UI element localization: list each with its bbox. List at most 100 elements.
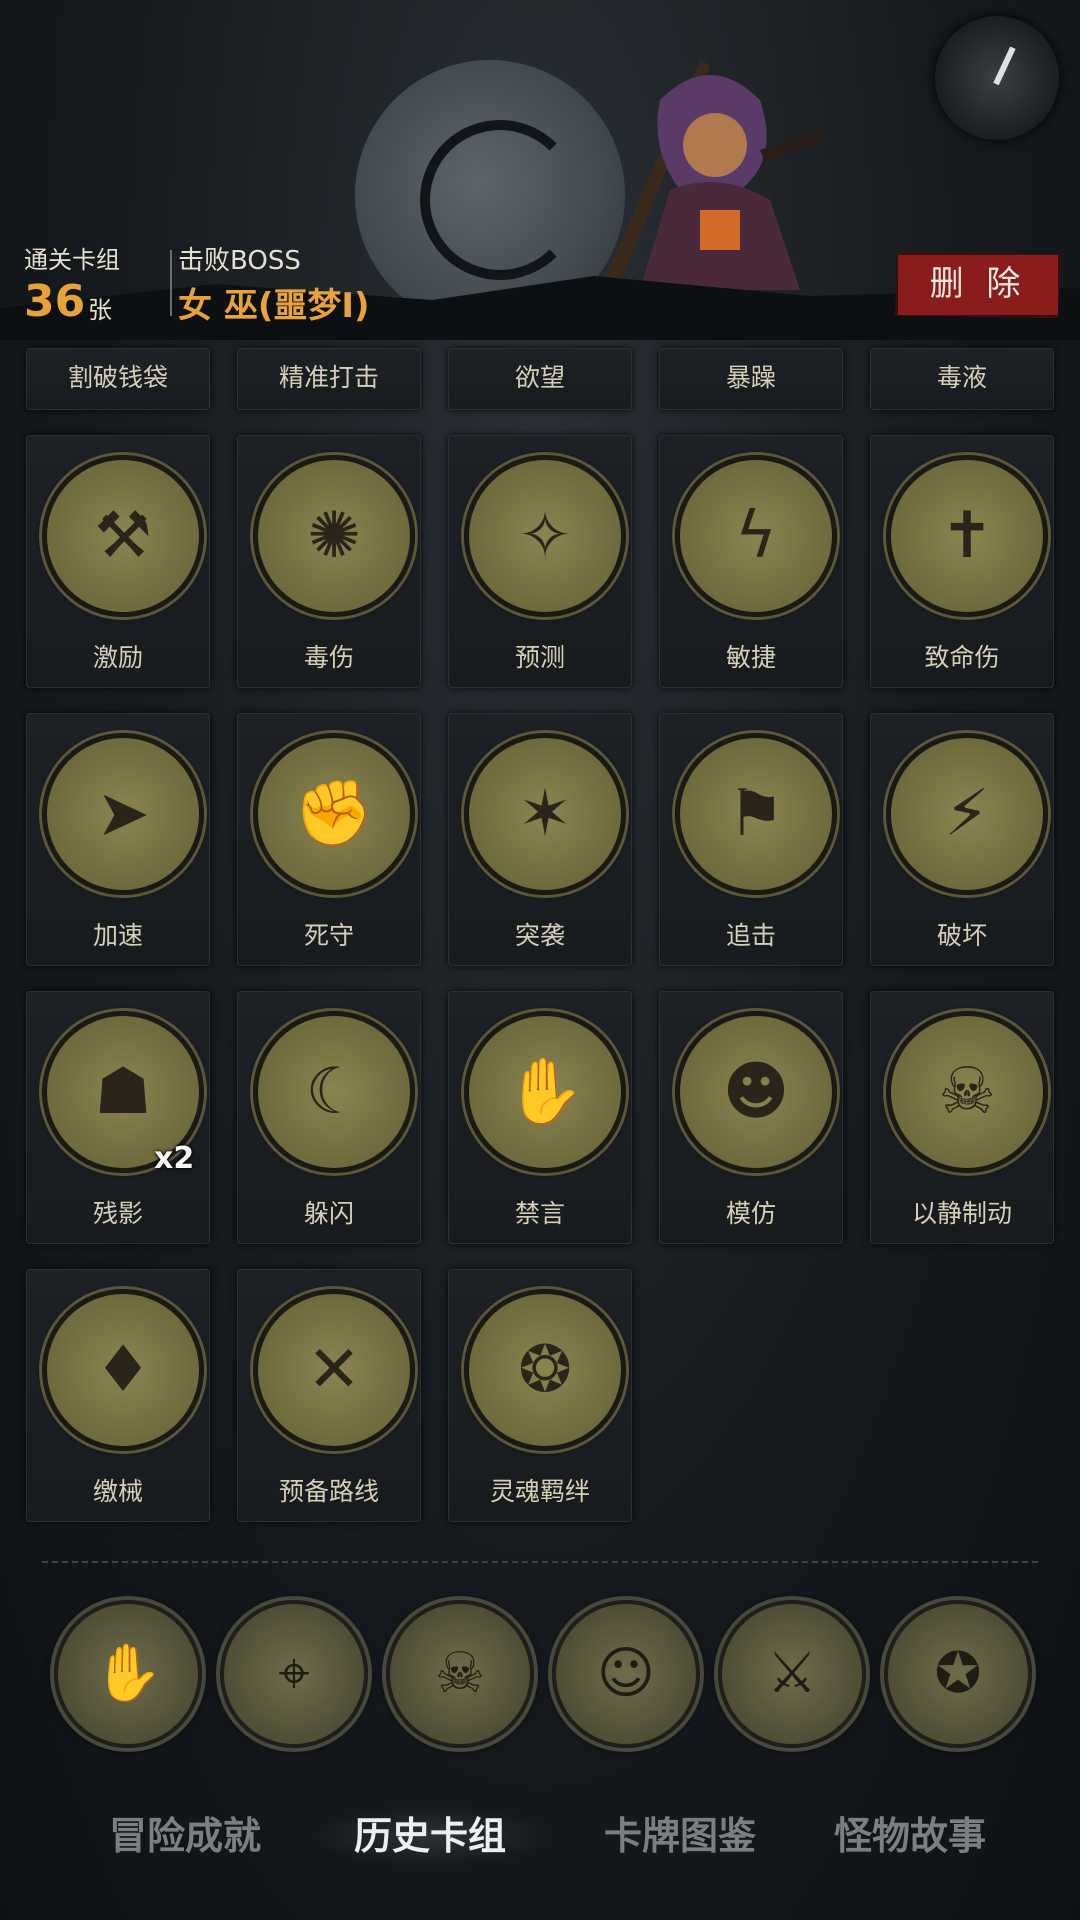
hooded-rogue-icon[interactable]: ⚔ <box>718 1600 866 1748</box>
treasure-map-icon: ✕ <box>253 1289 415 1451</box>
card-tile[interactable]: ✋ 禁言 <box>448 991 632 1244</box>
card-art-glyph: ✋ <box>505 1055 585 1129</box>
card-name: 精准打击 <box>278 363 379 392</box>
dodging-girl-icon: ☾ <box>253 1011 415 1173</box>
card-count-badge: x2 <box>154 1141 195 1176</box>
card-tile[interactable]: ☗ x2 残影 <box>26 991 210 1244</box>
card-tile[interactable]: ⚡ 破坏 <box>870 713 1054 966</box>
card-name: 割破钱袋 <box>67 363 168 392</box>
card-name: 敏捷 <box>725 643 776 672</box>
hammer-icon: ⚒ <box>42 455 204 617</box>
tab-4[interactable]: 怪物故事 <box>810 1805 1010 1867</box>
relic-glyph: ✪ <box>934 1641 982 1706</box>
card-tile[interactable]: 割破钱袋 <box>26 348 210 410</box>
card-tile[interactable]: ♦ 缴械 <box>26 1269 210 1522</box>
card-tile[interactable]: ⚑ 追击 <box>659 713 843 966</box>
card-art-glyph: ⚑ <box>727 777 785 851</box>
card-art-glyph: ✝ <box>940 499 994 573</box>
soul-bond-icon: ❂ <box>464 1289 626 1451</box>
deck-label: 通关卡组 <box>24 246 120 274</box>
boss-header: 通关卡组 36 张 击败BOSS 女 巫(噩梦I) 删 除 <box>0 0 1080 340</box>
card-tile[interactable]: ✕ 预备路线 <box>237 1269 421 1522</box>
card-tile[interactable]: 毒液 <box>870 348 1054 410</box>
card-tile[interactable]: ➤ 加速 <box>26 713 210 966</box>
card-name: 预测 <box>514 643 565 672</box>
goblin-mask-icon: ☻ <box>675 1011 837 1173</box>
card-art-glyph: ☾ <box>305 1055 363 1129</box>
card-name: 死守 <box>303 921 354 950</box>
skull-flame-icon: ☠ <box>886 1011 1048 1173</box>
card-tile[interactable]: ☠ 以静制动 <box>870 991 1054 1244</box>
poison-octopus-icon: ✺ <box>253 455 415 617</box>
deck-unit: 张 <box>88 296 112 324</box>
card-name: 禁言 <box>514 1199 565 1228</box>
relic-glyph: ☺ <box>596 1641 656 1706</box>
card-art-glyph: ☠ <box>938 1055 996 1129</box>
relic-glyph: ✋ <box>93 1641 163 1706</box>
card-art-glyph: ✕ <box>307 1333 361 1407</box>
card-tile[interactable]: 暴躁 <box>659 348 843 410</box>
card-name: 预备路线 <box>278 1477 379 1506</box>
card-name: 以静制动 <box>911 1199 1012 1228</box>
card-tile[interactable]: ☾ 躲闪 <box>237 991 421 1244</box>
relic-glyph: ☠ <box>434 1641 486 1706</box>
card-name: 躲闪 <box>303 1199 354 1228</box>
card-name: 破坏 <box>936 921 987 950</box>
panther-lightning-icon: ϟ <box>675 455 837 617</box>
ambush-hunter-icon: ✶ <box>464 733 626 895</box>
card-art-glyph: ϟ <box>734 499 778 573</box>
card-name: 毒液 <box>936 363 987 392</box>
witch-boss-illustration <box>600 60 825 295</box>
card-art-glyph: ➤ <box>96 777 150 851</box>
card-tile[interactable]: ✺ 毒伤 <box>237 435 421 688</box>
card-tile[interactable]: ✶ 突袭 <box>448 713 632 966</box>
card-tile[interactable]: ✧ 预测 <box>448 435 632 688</box>
card-name: 追击 <box>725 921 776 950</box>
relic-glyph: ⚔ <box>766 1641 818 1706</box>
card-tile[interactable]: ⚒ 激励 <box>26 435 210 688</box>
spiral-illustration <box>420 120 580 280</box>
bleeding-dagger-icon: ✝ <box>886 455 1048 617</box>
card-tile[interactable]: ❂ 灵魂羁绊 <box>448 1269 632 1522</box>
silence-hood-icon: ✋ <box>464 1011 626 1173</box>
card-art-glyph: ❂ <box>518 1333 572 1407</box>
card-name: 暴躁 <box>725 363 776 392</box>
card-art-glyph: ☻ <box>722 1055 790 1129</box>
card-tile[interactable]: ☻ 模仿 <box>659 991 843 1244</box>
card-art-glyph: ✺ <box>307 499 361 573</box>
game-speed-icon[interactable] <box>935 16 1059 140</box>
card-tile[interactable]: 欲望 <box>448 348 632 410</box>
card-art-glyph: ♦ <box>94 1333 152 1407</box>
card-name: 灵魂羁绊 <box>489 1477 590 1506</box>
delete-button[interactable]: 删 除 <box>895 252 1061 318</box>
card-name: 突袭 <box>514 921 565 950</box>
card-art-glyph: ✊ <box>294 777 374 851</box>
card-art-glyph: ✶ <box>518 777 572 851</box>
tab-2[interactable]: 历史卡组 <box>310 1805 550 1867</box>
cards-hand-icon[interactable]: ✋ <box>54 1600 202 1748</box>
relic-glyph: ⌖ <box>278 1641 310 1706</box>
deck-count: 36 <box>24 276 86 327</box>
card-tile[interactable]: 精准打击 <box>237 348 421 410</box>
card-art-glyph: ✧ <box>518 499 572 573</box>
reaper-skull-icon[interactable]: ☠ <box>386 1600 534 1748</box>
shattered-bolt-icon: ⚡ <box>886 733 1048 895</box>
card-name: 缴械 <box>92 1477 143 1506</box>
disarm-shield-icon: ♦ <box>42 1289 204 1451</box>
brute-guard-icon: ✊ <box>253 733 415 895</box>
card-tile[interactable]: ϟ 敏捷 <box>659 435 843 688</box>
card-art-glyph: ⚡ <box>944 777 990 851</box>
card-name: 加速 <box>92 921 143 950</box>
boss-name: 女 巫(噩梦I) <box>178 286 370 326</box>
card-tile[interactable]: ✝ 致命伤 <box>870 435 1054 688</box>
tab-3[interactable]: 卡牌图鉴 <box>590 1805 770 1867</box>
section-divider <box>42 1561 1038 1563</box>
witch-crystal-ball-icon: ✧ <box>464 455 626 617</box>
card-tile[interactable]: ✊ 死守 <box>237 713 421 966</box>
pumpkin-scarecrow-icon[interactable]: ✪ <box>884 1600 1032 1748</box>
bearded-pirate-icon[interactable]: ☺ <box>552 1600 700 1748</box>
tab-1[interactable]: 冒险成就 <box>90 1805 280 1867</box>
chasing-rogue-icon: ⚑ <box>675 733 837 895</box>
spyglass-icon[interactable]: ⌖ <box>220 1600 368 1748</box>
card-name: 致命伤 <box>924 643 1000 672</box>
